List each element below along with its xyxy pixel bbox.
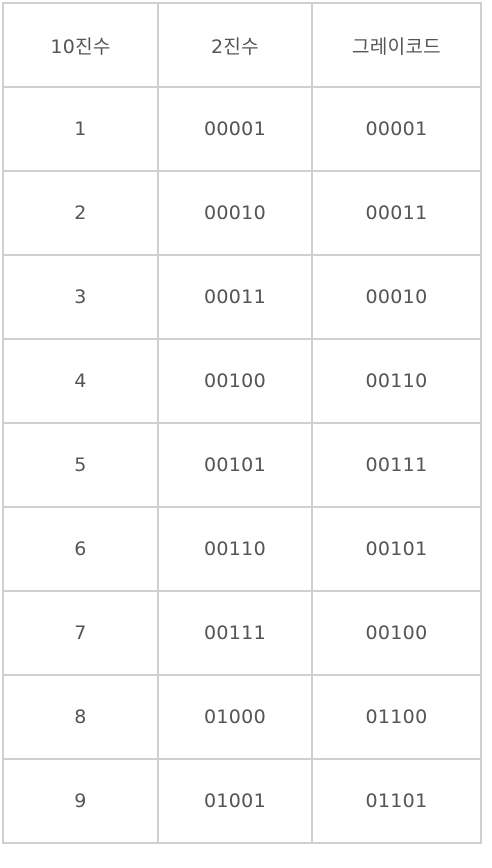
cell-gray-code: 00111 — [311, 422, 482, 508]
cell-decimal: 8 — [2, 674, 159, 760]
cell-gray-code: 00100 — [311, 590, 482, 676]
table-row: 8 01000 01100 — [2, 674, 482, 760]
table-row: 4 00100 00110 — [2, 338, 482, 424]
table-row: 1 00001 00001 — [2, 86, 482, 172]
table-row: 9 01001 01101 — [2, 758, 482, 844]
header-binary: 2진수 — [157, 2, 313, 88]
cell-binary: 01001 — [157, 758, 313, 844]
header-row: 10진수 2진수 그레이코드 — [2, 2, 482, 88]
cell-gray-code: 01101 — [311, 758, 482, 844]
cell-binary: 00001 — [157, 86, 313, 172]
cell-gray-code: 01100 — [311, 674, 482, 760]
decimal-binary-gray-code-table: 10진수 2진수 그레이코드 1 00001 00001 2 00010 000… — [2, 2, 482, 844]
cell-gray-code: 00001 — [311, 86, 482, 172]
header-decimal: 10진수 — [2, 2, 159, 88]
cell-gray-code: 00011 — [311, 170, 482, 256]
cell-binary: 00101 — [157, 422, 313, 508]
cell-gray-code: 00010 — [311, 254, 482, 340]
cell-decimal: 5 — [2, 422, 159, 508]
cell-decimal: 1 — [2, 86, 159, 172]
cell-gray-code: 00101 — [311, 506, 482, 592]
table-row: 5 00101 00111 — [2, 422, 482, 508]
table-row: 7 00111 00100 — [2, 590, 482, 676]
table-container: 10진수 2진수 그레이코드 1 00001 00001 2 00010 000… — [2, 2, 482, 844]
cell-binary: 00111 — [157, 590, 313, 676]
cell-decimal: 7 — [2, 590, 159, 676]
table-row: 2 00010 00011 — [2, 170, 482, 256]
cell-decimal: 9 — [2, 758, 159, 844]
cell-gray-code: 00110 — [311, 338, 482, 424]
cell-decimal: 3 — [2, 254, 159, 340]
table-row: 6 00110 00101 — [2, 506, 482, 592]
cell-binary: 00010 — [157, 170, 313, 256]
cell-decimal: 6 — [2, 506, 159, 592]
header-gray-code: 그레이코드 — [311, 2, 482, 88]
cell-decimal: 4 — [2, 338, 159, 424]
cell-decimal: 2 — [2, 170, 159, 256]
table-row: 3 00011 00010 — [2, 254, 482, 340]
cell-binary: 01000 — [157, 674, 313, 760]
cell-binary: 00110 — [157, 506, 313, 592]
cell-binary: 00100 — [157, 338, 313, 424]
cell-binary: 00011 — [157, 254, 313, 340]
